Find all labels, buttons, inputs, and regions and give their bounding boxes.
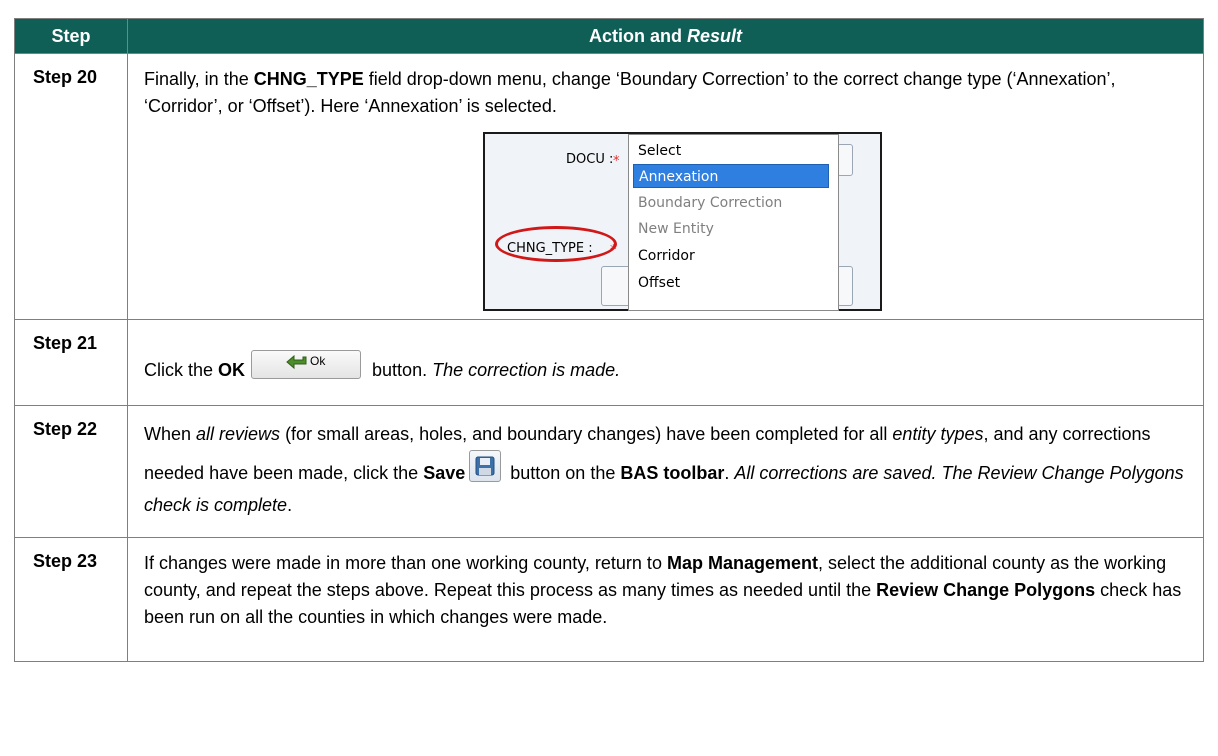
table-header-row: Step Action and Result xyxy=(14,18,1204,54)
option-offset[interactable]: Offset xyxy=(633,271,829,295)
highlight-oval xyxy=(495,226,617,262)
change-type-dropdown[interactable]: Select Annexation Boundary Correction Ne… xyxy=(628,134,839,311)
ok-button[interactable]: Ok xyxy=(251,350,362,379)
green-arrow-icon xyxy=(286,355,307,370)
calendar-button-edge xyxy=(837,144,853,176)
docu-label: DOCU : xyxy=(566,152,614,167)
required-asterisk: * xyxy=(613,154,620,169)
option-corridor[interactable]: Corridor xyxy=(633,244,829,268)
table-row: Step 21 Click the OK Ok button. The corre… xyxy=(14,319,1204,406)
table-row: Step 20 Finally, in the CHNG_TYPE field … xyxy=(14,53,1204,320)
step-action: If changes were made in more than one wo… xyxy=(127,537,1204,662)
step-number: Step 22 xyxy=(14,405,128,538)
table-row: Step 22 When all reviews (for small area… xyxy=(14,405,1204,538)
save-button[interactable] xyxy=(469,450,502,482)
header-action: Action and Result xyxy=(127,18,1204,54)
step-text: Finally, in the CHNG_TYPE field drop-dow… xyxy=(144,69,1116,116)
ok-button-label: Ok xyxy=(310,354,326,368)
dropdown-screenshot: DOCU : * CHNG_TYPE : * Select Annexation… xyxy=(483,132,882,311)
option-annexation[interactable]: Annexation xyxy=(633,164,829,188)
step-number: Step 20 xyxy=(14,53,128,320)
option-select[interactable]: Select xyxy=(633,139,829,163)
steps-table: Step Action and Result Step 20 Finally, … xyxy=(14,18,1204,662)
step-number: Step 21 xyxy=(14,319,128,406)
floppy-disk-icon xyxy=(475,456,495,476)
cancel-button-edge xyxy=(837,266,853,306)
step-action: Finally, in the CHNG_TYPE field drop-dow… xyxy=(127,53,1204,320)
option-new-entity[interactable]: New Entity xyxy=(633,217,829,241)
option-boundary-correction[interactable]: Boundary Correction xyxy=(633,191,829,215)
step-action: When all reviews (for small areas, holes… xyxy=(127,405,1204,538)
header-step: Step xyxy=(14,18,128,54)
step-action: Click the OK Ok button. The correction is… xyxy=(127,319,1204,406)
table-row: Step 23 If changes were made in more tha… xyxy=(14,537,1204,662)
step-number: Step 23 xyxy=(14,537,128,662)
